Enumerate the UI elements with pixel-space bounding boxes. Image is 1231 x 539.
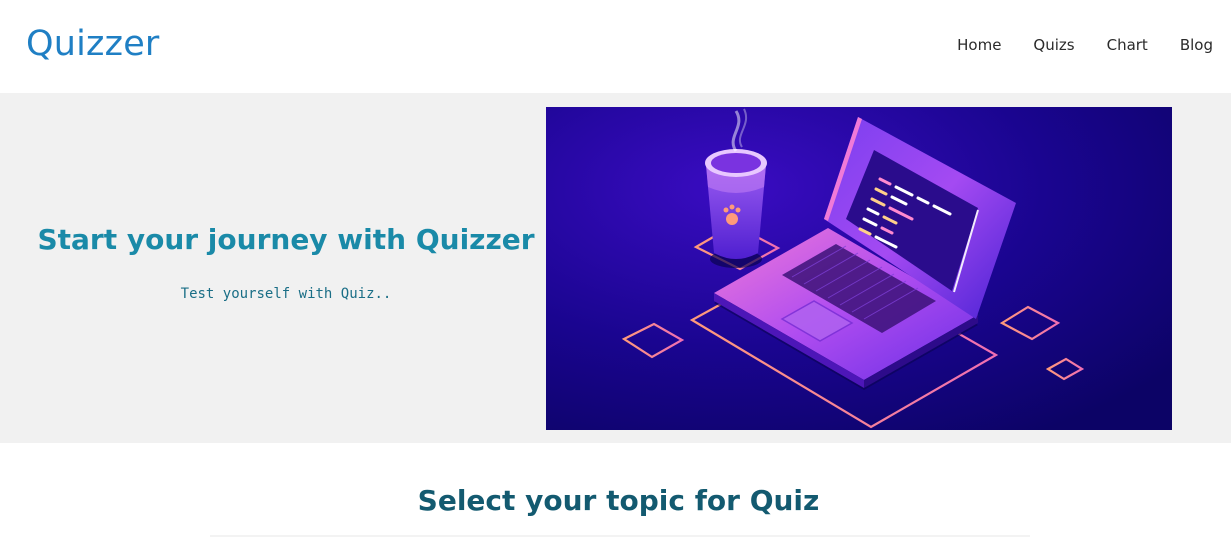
nav-home-link[interactable]: Home <box>957 36 1001 54</box>
nav-chart-link[interactable]: Chart <box>1107 36 1148 54</box>
nav-quizs-link[interactable]: Quizs <box>1033 36 1074 54</box>
section-divider <box>210 535 1030 537</box>
section-title: Select your topic for Quiz <box>417 484 820 517</box>
hero-illustration <box>546 107 1172 430</box>
brand-logo[interactable]: Quizzer <box>26 24 160 64</box>
nav-links: Home Quizs Chart Blog <box>957 36 1213 54</box>
hero-title: Start your journey with Quizzer <box>37 223 535 256</box>
nav-blog-link[interactable]: Blog <box>1180 36 1213 54</box>
hero-section: Start your journey with Quizzer Test you… <box>0 93 1231 443</box>
navbar: Quizzer Home Quizs Chart Blog <box>0 0 1231 93</box>
hero-subtitle: Test yourself with Quiz.. <box>180 286 392 302</box>
